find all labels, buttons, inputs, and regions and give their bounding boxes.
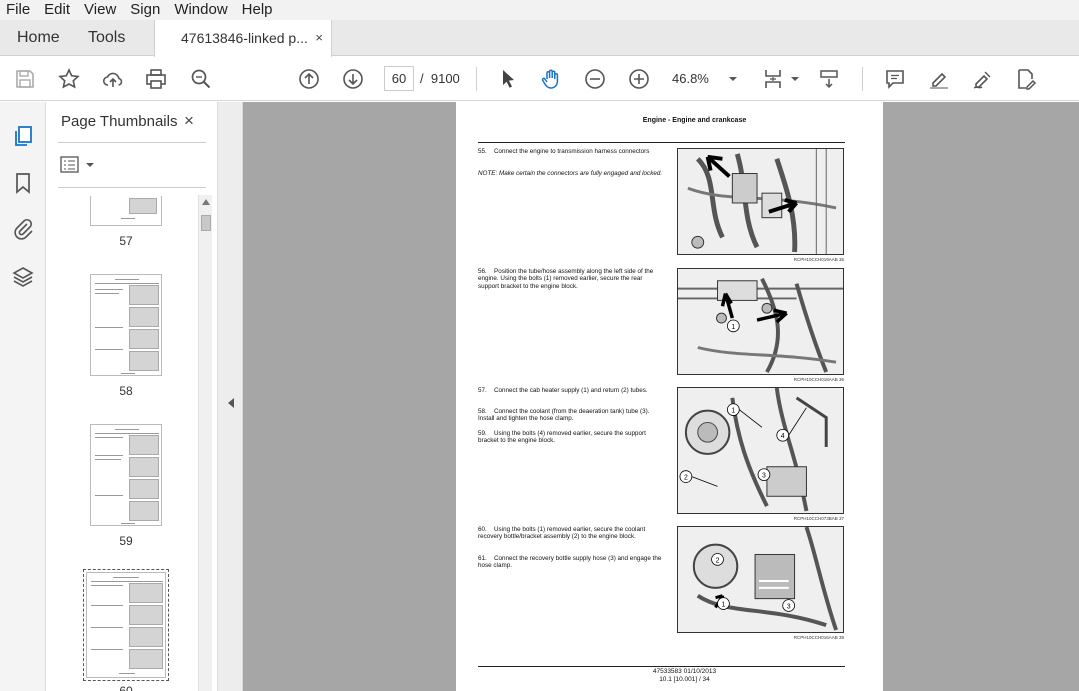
step-59: 59. Using the bolts (4) removed earlier, …	[478, 430, 646, 445]
tab-bar: Home Tools 47613846-linked p... ×	[0, 20, 1079, 57]
menu-sign[interactable]: Sign	[130, 0, 160, 20]
figure-callout: 3	[787, 603, 791, 610]
step-57: 57. Connect the cab heater supply (1) and…	[478, 387, 648, 394]
figure-callout: 3	[762, 473, 766, 480]
figure-35	[677, 148, 844, 255]
figure-callout: 1	[731, 408, 735, 415]
thumbnails-scrollbar[interactable]	[198, 195, 212, 691]
zoom-level[interactable]: 46.8%	[672, 66, 709, 91]
thumbnail-page-number: 59	[119, 534, 133, 548]
tab-tools[interactable]: Tools	[88, 20, 125, 56]
thumbnails-panel: Page Thumbnails × 57 58 59 60	[46, 102, 218, 691]
figure-callout: 2	[684, 475, 688, 482]
thumbnail-page-selected[interactable]	[83, 569, 169, 681]
page-total: / 9100	[420, 66, 460, 91]
thumbnails-panel-title: Page Thumbnails	[61, 113, 178, 130]
total-pages: 9100	[430, 71, 460, 86]
menu-view[interactable]: View	[84, 0, 116, 20]
panel-divider	[58, 142, 206, 143]
attachments-paperclip-icon[interactable]	[11, 217, 35, 241]
bookmarks-icon[interactable]	[11, 171, 35, 195]
navigation-rail	[0, 102, 46, 691]
highlight-pen-icon[interactable]	[926, 66, 952, 92]
scroll-mode-icon[interactable]	[816, 66, 842, 92]
page-thumbnails-icon[interactable]	[11, 124, 35, 148]
page-number-input[interactable]: 60	[384, 66, 414, 91]
page-separator: /	[420, 71, 424, 86]
comment-icon[interactable]	[882, 66, 908, 92]
footer-rule	[478, 666, 845, 667]
figure-callout: 1	[731, 324, 735, 331]
upload-cloud-icon[interactable]	[100, 66, 126, 92]
thumbnail-page[interactable]	[90, 424, 162, 526]
menu-edit[interactable]: Edit	[44, 0, 70, 20]
thumbnail-page-number: 57	[119, 234, 133, 248]
footer-page-ref: 10.1 [10.001] / 34	[659, 676, 710, 683]
bookmark-star-icon[interactable]	[56, 66, 82, 92]
thumbnail-page[interactable]	[90, 274, 162, 376]
sign-pen-icon[interactable]	[970, 66, 996, 92]
zoom-dropdown-chevron-icon[interactable]	[720, 66, 746, 92]
figure-callout: 2	[716, 557, 720, 564]
find-zoom-icon[interactable]	[188, 66, 214, 92]
previous-page-icon[interactable]	[296, 66, 322, 92]
toolbar-divider	[862, 67, 863, 91]
hand-tool-icon[interactable]	[538, 66, 564, 92]
page-fit-dropdown-chevron-icon[interactable]	[782, 66, 808, 92]
figure-caption: RCPH10CCH018AAB 36	[793, 377, 844, 382]
header-rule	[478, 142, 845, 143]
figure-37: 1 4 3 2	[677, 387, 844, 514]
thumbnail-page-number: 60	[119, 684, 133, 691]
menu-window[interactable]: Window	[174, 0, 227, 20]
step-note: NOTE: Make certain the connectors are fu…	[478, 170, 663, 177]
close-panel-icon[interactable]: ×	[184, 111, 194, 131]
figure-callout: 4	[781, 433, 785, 440]
figure-caption: RCPH10CCH073BAB 37	[793, 516, 844, 521]
tab-document[interactable]: 47613846-linked p... ×	[154, 20, 332, 57]
footer-doc-number: 47533583 01/10/2013	[652, 668, 717, 675]
close-tab-icon[interactable]: ×	[315, 20, 323, 56]
document-viewport[interactable]: Engine - Engine and crankcase 55. Connect…	[243, 102, 1079, 691]
menu-file[interactable]: File	[6, 0, 30, 20]
zoom-in-icon[interactable]	[626, 66, 652, 92]
figure-36: 1	[677, 268, 844, 375]
figure-caption: RCPH10CCH019AAB 35	[793, 257, 844, 262]
layers-icon[interactable]	[11, 265, 35, 289]
main-toolbar: 60 / 9100 46.8%	[0, 57, 1079, 101]
step-55: 55. Connect the engine to transmission ha…	[478, 148, 650, 155]
step-60: 60. Using the bolts (1) removed earlier, …	[478, 526, 646, 541]
tab-home[interactable]: Home	[17, 20, 60, 56]
toolbar-divider	[476, 67, 477, 91]
zoom-out-icon[interactable]	[582, 66, 608, 92]
thumbnail-page[interactable]	[90, 196, 162, 226]
scroll-up-arrow-icon[interactable]	[202, 199, 210, 205]
next-page-icon[interactable]	[340, 66, 366, 92]
figure-caption: RCPH10CCH016AAB 38	[793, 635, 844, 640]
panel-divider	[58, 187, 206, 188]
thumbnail-page-number: 58	[119, 384, 133, 398]
print-icon[interactable]	[143, 66, 169, 92]
edit-pdf-icon[interactable]	[1013, 66, 1039, 92]
figure-callout: 1	[722, 602, 726, 609]
menu-help[interactable]: Help	[242, 0, 273, 20]
figure-38: 2 1 3	[677, 526, 844, 633]
pdf-page: Engine - Engine and crankcase 55. Connect…	[456, 102, 883, 691]
scrollbar-thumb[interactable]	[201, 215, 211, 231]
page-header: Engine - Engine and crankcase	[642, 117, 747, 124]
select-cursor-icon[interactable]	[495, 66, 521, 92]
thumbnail-options-button[interactable]	[60, 154, 100, 176]
menu-bar: File Edit View Sign Window Help	[0, 0, 1079, 20]
panel-collapse-strip[interactable]	[218, 102, 243, 691]
document-tab-title: 47613846-linked p...	[181, 30, 308, 46]
save-icon[interactable]	[12, 66, 38, 92]
step-61: 61. Connect the recovery bottle supply ho…	[478, 555, 662, 570]
collapse-arrow-icon[interactable]	[228, 398, 234, 408]
step-58: 58. Connect the coolant (from the deaerat…	[478, 408, 650, 423]
step-56: 56. Position the tube/hose assembly along…	[478, 268, 654, 290]
